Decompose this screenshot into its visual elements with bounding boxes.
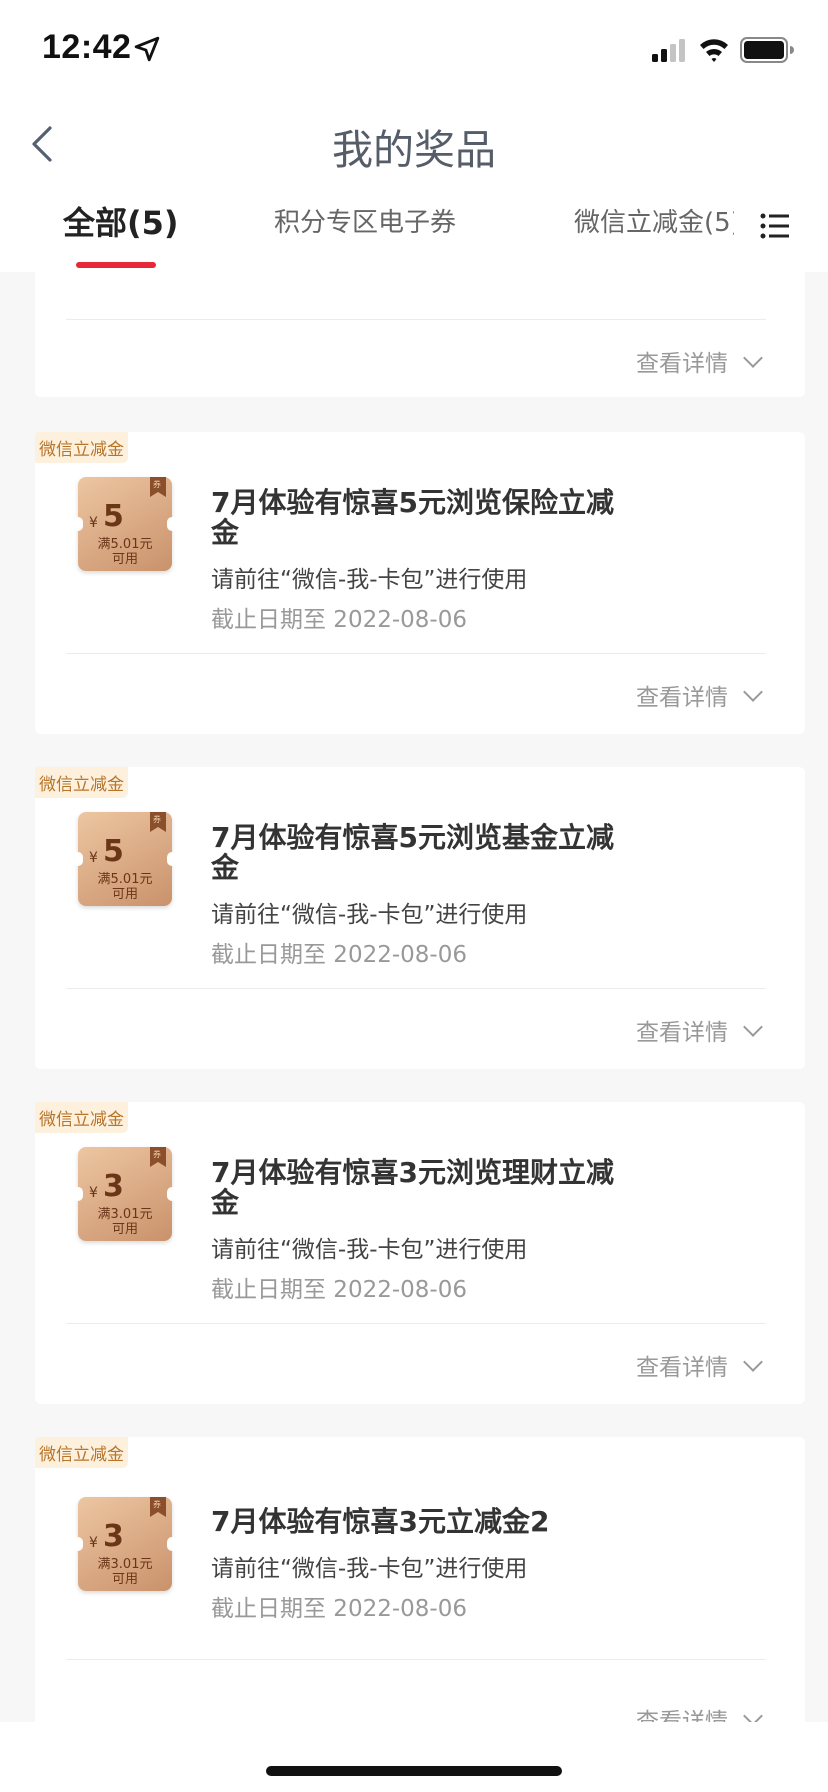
card-divider [66,1659,766,1660]
page-title: 我的奖品 [332,126,496,174]
chevron-down-icon [743,1706,763,1722]
chevron-down-icon [743,1017,763,1037]
chevron-down-icon [743,348,763,368]
card-divider [66,988,766,989]
coupon-tag-icon [150,1497,166,1517]
active-tab-indicator [76,262,156,268]
coupon-amount: 5 [103,834,124,869]
view-details-button[interactable]: 查看详情 [636,678,763,712]
card-divider [66,653,766,654]
prize-expiry-date: 截止日期至 2022-08-06 [211,1596,467,1622]
prize-usage-hint: 请前往“微信-我-卡包”进行使用 [211,1556,528,1582]
prize-type-badge: 微信立减金 [35,432,128,463]
view-details-label: 查看详情 [636,1020,728,1046]
coupon-tag-icon [150,477,166,497]
cellular-signal-icon [652,39,685,62]
coupon-condition: 满5.01元 可用 [97,537,153,567]
view-details-label: 查看详情 [636,1709,728,1722]
location-arrow-icon [134,36,160,62]
prize-expiry-date: 截止日期至 2022-08-06 [211,1277,467,1303]
prize-usage-hint: 请前往“微信-我-卡包”进行使用 [211,567,528,593]
prize-type-badge: 微信立减金 [35,1437,128,1468]
card-divider [66,1323,766,1324]
prize-title: 7月体验有惊喜5元浏览保险立减金 [211,486,614,549]
chevron-down-icon [743,682,763,702]
tab-wechat-discount[interactable]: 微信立减金(5) [572,202,734,242]
prize-type-badge: 微信立减金 [35,1102,128,1133]
coupon-icon: ¥ 5 满5.01元可用 [73,812,177,906]
tab-all[interactable]: 全部(5) [63,198,179,244]
coupon-amount: 3 [103,1519,124,1554]
coupon-amount: 5 [103,499,124,534]
tab-bar: 全部(5) 积分专区电子券 微信立减金(5) [0,188,828,272]
prize-title: 7月体验有惊喜3元立减金2 [211,1505,550,1538]
card-divider [66,319,766,320]
prize-expiry-date: 截止日期至 2022-08-06 [211,942,467,968]
home-indicator-area [0,1722,828,1792]
view-details-button[interactable]: 查看详情 [636,344,763,378]
prize-type-badge: 微信立减金 [35,767,128,798]
chevron-down-icon [743,1352,763,1372]
prize-card: 微信立减金 ¥ 3 满3.01元可用 7月体验有惊喜3元立减金2 请前往“微信-… [35,1437,805,1722]
prize-usage-hint: 请前往“微信-我-卡包”进行使用 [211,1237,528,1263]
prize-card: 微信立减金 ¥ 5 满5.01元可用 7月体验有惊喜5元浏览基金立减金 请前往“… [35,767,805,1069]
view-details-label: 查看详情 [636,351,728,377]
status-bar: 12:42 [0,0,828,100]
coupon-icon: ¥ 3 满3.01元可用 [73,1497,177,1591]
coupon-condition: 满5.01元 可用 [97,872,153,902]
coupon-currency: ¥ [89,515,98,531]
view-details-label: 查看详情 [636,1355,728,1381]
status-time: 12:42 [42,28,132,66]
prize-card: 微信立减金 ¥ 5 满5.01元可用 7月体验有惊喜5元浏览保险立减金 请前往“… [35,432,805,734]
prize-title: 7月体验有惊喜3元浏览理财立减金 [211,1156,614,1219]
coupon-condition: 满3.01元 可用 [97,1207,153,1237]
prize-usage-hint: 请前往“微信-我-卡包”进行使用 [211,902,528,928]
coupon-amount: 3 [103,1169,124,1204]
prize-expiry-date: 截止日期至 2022-08-06 [211,607,467,633]
tab-wechat-discount-label: 微信立减金(5) [574,208,734,238]
prize-card-partial: 查看详情 [35,272,805,397]
coupon-currency: ¥ [89,1185,98,1201]
coupon-icon: ¥ 5 满5.01元可用 [73,477,177,571]
battery-icon [740,37,794,63]
wifi-icon [700,39,728,62]
coupon-currency: ¥ [89,850,98,866]
coupon-tag-icon [150,1147,166,1167]
prize-card: 微信立减金 ¥ 3 满3.01元可用 7月体验有惊喜3元浏览理财立减金 请前往“… [35,1102,805,1404]
prize-list[interactable]: 查看详情 微信立减金 ¥ 5 满5.01元可用 7月体验有惊喜5元浏览保险立减金… [0,272,828,1722]
tab-points-coupons[interactable]: 积分专区电子券 [274,202,456,239]
coupon-condition: 满3.01元 可用 [97,1557,153,1587]
view-details-button[interactable]: 查看详情 [636,1702,763,1722]
nav-bar: 我的奖品 [0,100,828,188]
coupon-icon: ¥ 3 满3.01元可用 [73,1147,177,1241]
coupon-tag-icon [150,812,166,832]
list-menu-icon[interactable] [760,212,790,240]
coupon-currency: ¥ [89,1535,98,1551]
prize-title: 7月体验有惊喜5元浏览基金立减金 [211,821,614,884]
home-indicator[interactable] [266,1766,562,1776]
view-details-button[interactable]: 查看详情 [636,1348,763,1382]
view-details-button[interactable]: 查看详情 [636,1013,763,1047]
view-details-label: 查看详情 [636,685,728,711]
